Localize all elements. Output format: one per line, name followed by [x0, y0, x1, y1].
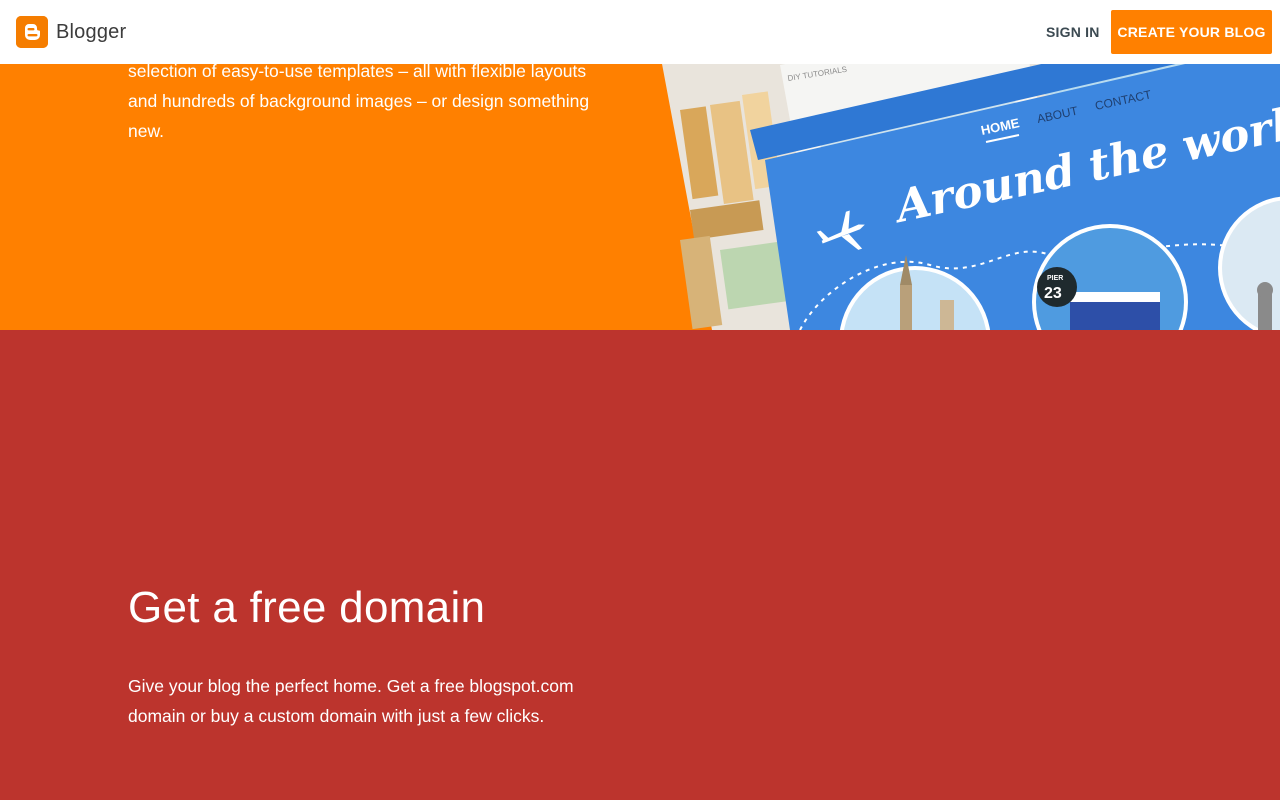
- blogger-icon: [16, 16, 48, 48]
- pier-label: PIER: [1047, 275, 1063, 282]
- top-navbar: Blogger SIGN IN CREATE YOUR BLOG: [0, 0, 1280, 64]
- templates-description: selection of easy-to-use templates – all…: [128, 61, 590, 141]
- create-your-blog-button[interactable]: CREATE YOUR BLOG: [1111, 10, 1272, 54]
- blogger-logo[interactable]: Blogger: [16, 16, 126, 48]
- brand-name: Blogger: [56, 20, 127, 43]
- domain-heading: Get a free domain: [128, 583, 486, 632]
- domain-description: Give your blog the perfect home. Get a f…: [128, 676, 574, 726]
- pier-number: 23: [1044, 285, 1062, 302]
- domain-section: Get a free domain Give your blog the per…: [0, 330, 1280, 800]
- sign-in-link[interactable]: SIGN IN: [1046, 24, 1100, 40]
